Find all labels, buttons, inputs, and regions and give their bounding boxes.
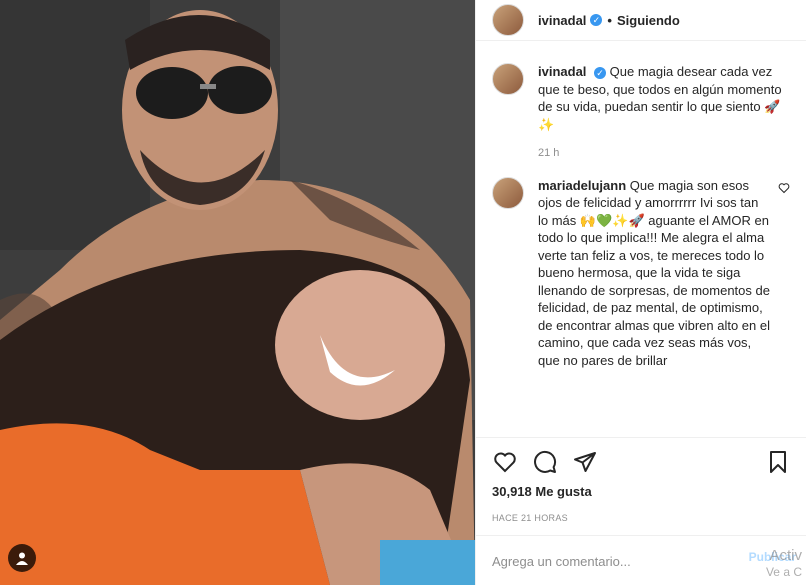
activation-watermark: Activ Ve a C: [766, 547, 802, 581]
avatar[interactable]: [492, 63, 524, 95]
post-actions: 30,918 Me gusta HACE 21 HORAS: [476, 437, 806, 523]
heart-icon[interactable]: [492, 450, 518, 474]
comment-like-heart-icon[interactable]: [778, 181, 790, 370]
avatar[interactable]: [492, 176, 524, 209]
watermark-line-2: Ve a C: [765, 565, 802, 579]
following-button[interactable]: Siguiendo: [617, 13, 680, 28]
post-side-panel: ivinadal ✓ • Siguiendo ivinadal ✓ Que ma…: [475, 0, 806, 585]
verified-badge-icon: ✓: [590, 14, 603, 26]
caption-time[interactable]: 21 h: [538, 145, 790, 163]
caption-username[interactable]: ivinadal: [538, 64, 586, 79]
list-item: mariadelujann Que magia son esos ojos de…: [492, 176, 790, 370]
post-header: ivinadal ✓ • Siguiendo: [476, 0, 806, 41]
share-icon[interactable]: [572, 450, 598, 474]
caption: ivinadal ✓ Que magia desear cada vez que…: [492, 63, 790, 163]
comment-text: Que magia son esos ojos de felicidad y a…: [538, 177, 770, 368]
watermark-line-1: Activ: [769, 547, 802, 564]
comment-username[interactable]: mariadelujann: [538, 178, 626, 193]
user-tag-icon[interactable]: [8, 544, 36, 572]
avatar[interactable]: [492, 4, 524, 36]
post-time[interactable]: HACE 21 HORAS: [492, 513, 790, 523]
comment-icon[interactable]: [532, 450, 558, 474]
bookmark-icon[interactable]: [766, 450, 790, 474]
separator-dot: •: [607, 12, 612, 28]
comment-input[interactable]: Agrega un comentario...: [492, 554, 631, 569]
verified-badge-icon: ✓: [594, 66, 607, 79]
likes-count[interactable]: 30,918 Me gusta: [492, 484, 790, 499]
comments-list[interactable]: ivinadal ✓ Que magia desear cada vez que…: [476, 63, 806, 433]
header-username[interactable]: ivinadal: [538, 13, 586, 28]
post-photo[interactable]: [0, 0, 475, 585]
